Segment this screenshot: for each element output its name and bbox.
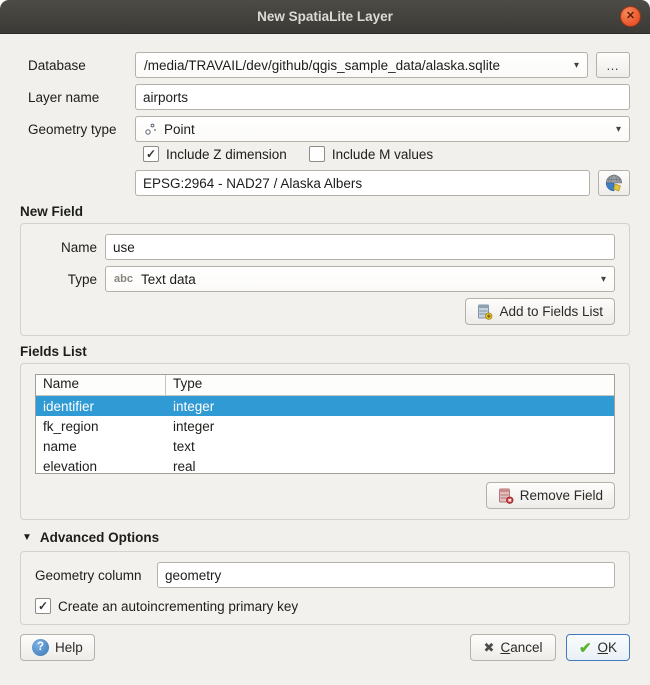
include-m-checkbox[interactable]: Include M values — [309, 146, 433, 162]
layer-name-row: Layer name — [20, 84, 630, 110]
help-label: Help — [55, 640, 83, 655]
crs-input[interactable] — [135, 170, 590, 196]
advanced-options-label: Advanced Options — [40, 530, 159, 545]
close-icon: ✕ — [626, 11, 635, 22]
checkbox-unchecked — [309, 146, 325, 162]
remove-field-button-row: Remove Field — [35, 482, 615, 509]
window-title: New SpatiaLite Layer — [257, 9, 393, 24]
add-to-fields-list-button[interactable]: Add to Fields List — [465, 298, 615, 325]
database-value: /media/TRAVAIL/dev/github/qgis_sample_da… — [144, 58, 500, 73]
include-z-checkbox[interactable]: ✓ Include Z dimension — [143, 146, 287, 162]
field-type-label: Type — [35, 272, 97, 287]
fields-table-header[interactable]: Name Type — [36, 375, 614, 396]
checkbox-checked: ✓ — [143, 146, 159, 162]
text-data-icon: abc — [114, 273, 133, 285]
geometry-column-label: Geometry column — [35, 568, 157, 583]
geometry-column-input[interactable] — [157, 562, 615, 588]
ok-label: OK — [598, 640, 618, 655]
help-icon: ? — [32, 639, 49, 656]
include-m-label: Include M values — [332, 147, 433, 162]
ellipsis-icon: … — [606, 58, 620, 73]
table-row[interactable]: fk_region integer — [36, 416, 614, 436]
autoincrement-row: ✓ Create an autoincrementing primary key — [35, 598, 615, 614]
remove-field-label: Remove Field — [520, 488, 603, 503]
chevron-down-icon: ▾ — [616, 124, 621, 135]
advanced-options-group: Geometry column ✓ Create an autoincremen… — [20, 551, 630, 625]
field-type-row: Type abc Text data ▾ — [35, 266, 615, 292]
chevron-down-icon: ▾ — [574, 60, 579, 71]
field-name-input[interactable] — [105, 234, 615, 260]
autoincrement-label: Create an autoincrementing primary key — [58, 599, 298, 614]
ok-checkmark-icon: ✔ — [579, 639, 592, 657]
chevron-down-icon: ▾ — [601, 274, 606, 285]
new-spatialite-layer-dialog: New SpatiaLite Layer ✕ Database /media/T… — [0, 0, 650, 685]
layer-name-label: Layer name — [20, 90, 135, 105]
dialog-footer: ? Help ✖ Cancel ✔ OK — [0, 634, 650, 661]
fields-table[interactable]: Name Type identifier integer fk_region i… — [35, 374, 615, 474]
database-combobox[interactable]: /media/TRAVAIL/dev/github/qgis_sample_da… — [135, 52, 588, 78]
table-row[interactable]: name text — [36, 436, 614, 456]
cell-field-type: real — [166, 459, 203, 474]
remove-field-icon — [498, 488, 514, 504]
ok-button[interactable]: ✔ OK — [566, 634, 630, 661]
advanced-options-toggle[interactable]: ▼ Advanced Options — [22, 530, 630, 545]
new-field-group: Name Type abc Text data ▾ — [20, 223, 630, 336]
database-browse-button[interactable]: … — [596, 52, 630, 78]
cell-field-name: name — [36, 439, 166, 454]
crs-row — [20, 170, 630, 196]
geometry-type-row: Geometry type Point ▾ — [20, 116, 630, 142]
point-geometry-icon — [144, 122, 158, 136]
field-type-combobox[interactable]: abc Text data ▾ — [105, 266, 615, 292]
column-header-type[interactable]: Type — [166, 375, 209, 395]
cell-field-name: identifier — [36, 399, 166, 414]
autoincrement-checkbox[interactable]: ✓ Create an autoincrementing primary key — [35, 598, 298, 614]
cell-field-name: elevation — [36, 459, 166, 474]
cell-field-type: integer — [166, 399, 221, 414]
database-row: Database /media/TRAVAIL/dev/github/qgis_… — [20, 52, 630, 78]
fields-list-title: Fields List — [20, 344, 630, 359]
field-name-row: Name — [35, 234, 615, 260]
check-icon: ✓ — [38, 600, 48, 612]
field-type-value: Text data — [141, 272, 196, 287]
new-field-title: New Field — [20, 204, 630, 219]
add-to-fields-list-label: Add to Fields List — [499, 304, 603, 319]
crs-globe-icon — [604, 173, 624, 193]
cell-field-type: text — [166, 439, 202, 454]
field-name-label: Name — [35, 240, 97, 255]
checkbox-checked: ✓ — [35, 598, 51, 614]
geometry-type-combobox[interactable]: Point ▾ — [135, 116, 630, 142]
cell-field-type: integer — [166, 419, 221, 434]
include-z-label: Include Z dimension — [166, 147, 287, 162]
collapse-arrow-icon: ▼ — [22, 532, 32, 543]
database-label: Database — [20, 58, 135, 73]
remove-field-button[interactable]: Remove Field — [486, 482, 615, 509]
cancel-x-icon: ✖ — [484, 640, 495, 656]
fields-list-group: Name Type identifier integer fk_region i… — [20, 363, 630, 520]
cell-field-name: fk_region — [36, 419, 166, 434]
column-header-name[interactable]: Name — [36, 375, 166, 395]
select-crs-button[interactable] — [598, 170, 630, 196]
dialog-body: Database /media/TRAVAIL/dev/github/qgis_… — [0, 34, 650, 625]
geometry-type-label: Geometry type — [20, 122, 135, 137]
geometry-type-value: Point — [164, 122, 195, 137]
check-icon: ✓ — [146, 148, 156, 160]
close-button[interactable]: ✕ — [620, 6, 641, 27]
geometry-column-row: Geometry column — [35, 562, 615, 588]
add-fields-icon — [477, 304, 493, 320]
zm-checkbox-row: ✓ Include Z dimension Include M values — [143, 146, 630, 162]
table-row[interactable]: identifier integer — [36, 396, 614, 416]
cancel-label: Cancel — [500, 640, 542, 655]
add-field-button-row: Add to Fields List — [35, 298, 615, 325]
layer-name-input[interactable] — [135, 84, 630, 110]
cancel-button[interactable]: ✖ Cancel — [470, 634, 556, 661]
titlebar[interactable]: New SpatiaLite Layer ✕ — [0, 0, 650, 34]
table-row[interactable]: elevation real — [36, 456, 614, 474]
help-button[interactable]: ? Help — [20, 634, 95, 661]
